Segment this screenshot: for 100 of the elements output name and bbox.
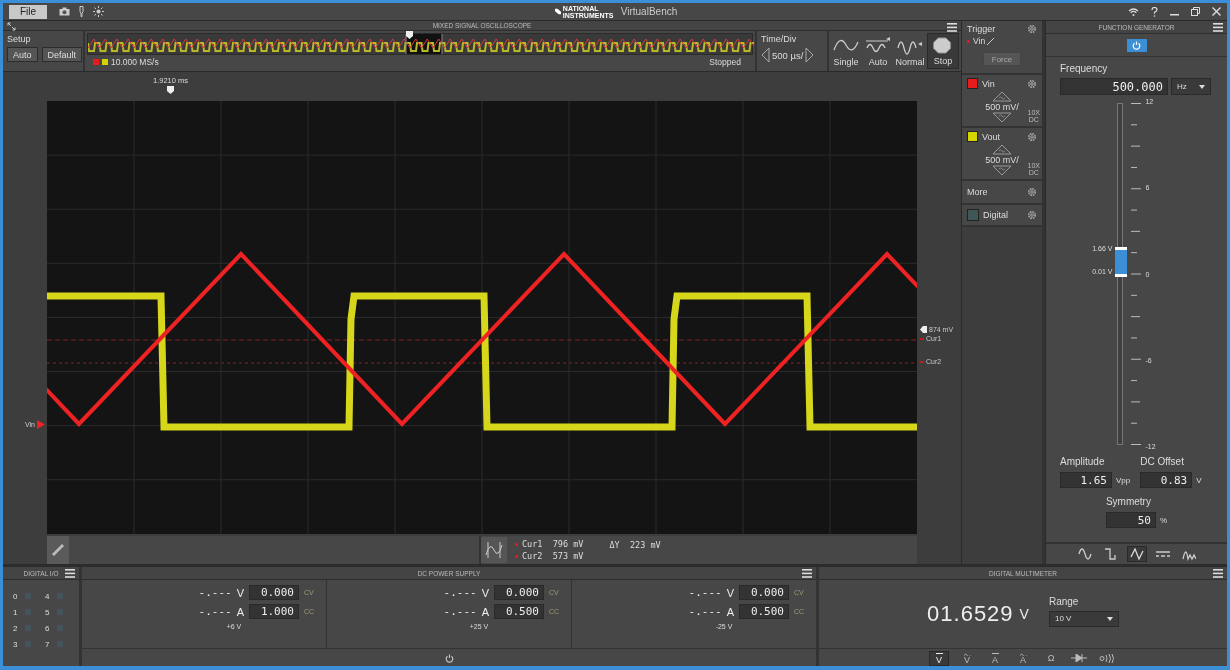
acquisition-mode-button[interactable]: Auto (863, 33, 893, 69)
trigger-marker-icon[interactable] (167, 86, 174, 94)
delta-reading: ΔY 223 mV (609, 540, 661, 550)
line-number: 4 (45, 591, 50, 601)
setup-label: Setup (7, 34, 32, 44)
help-icon[interactable] (1151, 6, 1158, 17)
unit-dropdown[interactable]: Hz (1171, 78, 1211, 95)
settings-icon[interactable] (1027, 131, 1037, 142)
range-dropdown[interactable]: 10 V (1048, 610, 1119, 627)
channel-name: Vin (982, 78, 995, 89)
cursor-icon[interactable] (485, 541, 503, 559)
offset-field[interactable]: 0.83 (1140, 472, 1193, 488)
menu-icon[interactable] (1213, 568, 1223, 578)
light-icon[interactable] (93, 6, 104, 17)
frequency-field[interactable]: 500.000 (1060, 78, 1168, 95)
square-wave-icon (1103, 547, 1118, 561)
probe-icon[interactable] (78, 6, 85, 17)
acquisition-mode-button[interactable]: Single (831, 33, 861, 69)
expand-icon[interactable] (7, 22, 16, 31)
channel-name: Vout (982, 131, 1001, 142)
menu-icon[interactable] (1213, 22, 1223, 32)
current-reading: -.--- (688, 605, 722, 618)
current-field[interactable]: 1.000 (249, 604, 299, 619)
amplitude-field[interactable]: 1.65 (1060, 472, 1112, 488)
settings-icon[interactable] (1027, 24, 1037, 34)
channel-marker-icon[interactable] (37, 420, 45, 429)
dc-mode-button[interactable]: A (985, 650, 1005, 666)
camera-icon[interactable] (59, 7, 70, 16)
wave-icon (864, 36, 892, 55)
current-field[interactable]: 0.500 (739, 604, 789, 619)
power-button[interactable] (1126, 38, 1147, 52)
dc-mode-button[interactable]: V (929, 650, 949, 666)
cursor-reading: Cur1 796 mV (515, 539, 584, 549)
triangle-wave-button[interactable] (1126, 546, 1147, 562)
voltage-reading: -.--- (688, 586, 722, 599)
menu-icon[interactable] (802, 568, 812, 578)
menu-icon[interactable] (947, 22, 957, 32)
right-arrow-icon[interactable] (805, 47, 815, 63)
symmetry-unit: % (1159, 515, 1168, 525)
trigger-marker-icon[interactable] (406, 31, 413, 39)
acquisition-mode-button[interactable]: Normal (895, 33, 925, 69)
wifi-icon[interactable] (1128, 7, 1139, 16)
overview-waveform-drawing[interactable] (88, 34, 754, 54)
time-div-value: 500 µs/ (772, 49, 804, 61)
current-field[interactable]: 0.500 (494, 604, 544, 619)
cursor-marker-icon[interactable] (920, 337, 924, 340)
digital-swatch[interactable] (967, 209, 979, 221)
symmetry-label: Symmetry (1105, 496, 1152, 507)
current-unit: A (236, 605, 244, 618)
tilde-icon (1019, 652, 1027, 656)
caret-icon (1199, 84, 1205, 89)
range-label: Range (1048, 595, 1080, 607)
voltage-unit: V (481, 586, 489, 599)
cursor-marker-icon[interactable] (920, 360, 924, 363)
menu-icon[interactable] (65, 568, 75, 578)
meter-reading: 01.6529 (927, 601, 1014, 627)
offset-label: DC Offset (1140, 456, 1185, 467)
close-icon[interactable] (1212, 7, 1221, 16)
voltage-field[interactable]: 0.000 (494, 585, 544, 600)
channel-color-swatch[interactable] (967, 131, 978, 142)
channel-color-swatch[interactable] (967, 78, 978, 89)
left-arrow-icon[interactable] (761, 47, 770, 63)
ac-mode-button[interactable]: A (1013, 650, 1033, 666)
voltage-reading: -.--- (443, 586, 477, 599)
vertical-scale: 500 mV/ (985, 155, 1019, 165)
symmetry-field[interactable]: 50 (1105, 512, 1156, 528)
trigger-label: Trigger (967, 24, 996, 34)
trigger-level-icon[interactable] (920, 326, 927, 333)
offset-unit: V (1196, 475, 1202, 485)
settings-icon[interactable] (1027, 210, 1037, 220)
slider-thumb[interactable] (1115, 247, 1128, 278)
voltage-field[interactable]: 0.000 (249, 585, 299, 600)
current-reading: -.--- (443, 605, 477, 618)
scale-up-icon[interactable] (992, 91, 1012, 102)
caret-icon (1106, 616, 1113, 621)
line-number: 6 (45, 623, 50, 633)
sound-icon (1099, 653, 1115, 663)
acquisition-mode-button[interactable]: Stop (927, 33, 959, 69)
restore-icon[interactable] (1191, 7, 1200, 16)
scale-down-icon[interactable] (992, 112, 1012, 123)
bar-icon (991, 652, 999, 656)
ac-mode-button[interactable]: V (957, 650, 977, 666)
scale-up-icon[interactable] (992, 144, 1012, 155)
voltage-reading: -.--- (198, 586, 232, 599)
more-label: More (967, 187, 988, 197)
power-icon (1132, 40, 1141, 50)
power-icon[interactable] (444, 653, 454, 663)
trigger-source: Vin (973, 36, 986, 46)
setup-button[interactable]: Auto (7, 47, 38, 62)
scale-down-icon[interactable] (992, 165, 1012, 176)
setup-button[interactable]: Default (41, 47, 83, 62)
waveform-display[interactable] (47, 101, 917, 534)
settings-icon[interactable] (1027, 187, 1037, 197)
current-unit: A (726, 605, 734, 618)
ruler-icon[interactable] (51, 543, 65, 557)
file-menu[interactable]: File (9, 4, 47, 19)
settings-icon[interactable] (1027, 78, 1037, 89)
resistance-mode-button[interactable]: Ω (1041, 650, 1061, 666)
voltage-field[interactable]: 0.000 (739, 585, 789, 600)
frequency-label: Frequency (1060, 63, 1109, 74)
